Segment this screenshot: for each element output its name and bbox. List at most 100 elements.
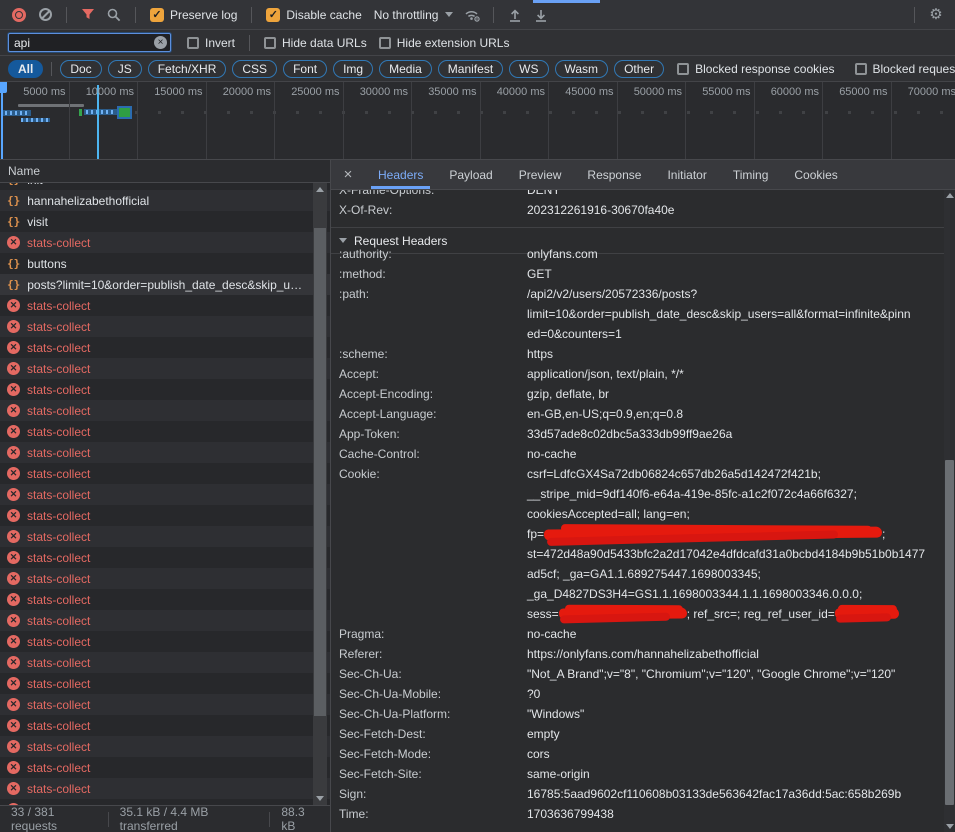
header-key: Sec-Fetch-Mode: — [331, 744, 527, 764]
close-details-button[interactable]: × — [331, 160, 365, 189]
request-row[interactable]: ✕stats-collect — [0, 358, 330, 379]
filter-input[interactable] — [8, 33, 171, 52]
scroll-up-arrow[interactable] — [316, 187, 324, 192]
filter-pill-css[interactable]: CSS — [232, 60, 277, 78]
export-har-button[interactable] — [528, 3, 554, 27]
network-conditions-button[interactable] — [459, 3, 485, 27]
filter-pill-doc[interactable]: Doc — [60, 60, 101, 78]
request-row[interactable]: {}posts?limit=10&order=publish_date_desc… — [0, 274, 330, 295]
clear-filter-icon[interactable]: × — [154, 36, 167, 49]
request-row[interactable]: ✕stats-collect — [0, 295, 330, 316]
request-failed-icon: ✕ — [7, 362, 20, 375]
record-button[interactable] — [6, 3, 32, 27]
divider — [249, 35, 250, 51]
filter-toggle-button[interactable] — [75, 3, 101, 27]
header-value: no-cache — [527, 444, 944, 464]
request-row[interactable]: {}buttons — [0, 253, 330, 274]
header-key: Referer: — [331, 644, 527, 664]
filter-pill-media[interactable]: Media — [379, 60, 432, 78]
waterfall-bar-segments — [21, 118, 50, 122]
request-row[interactable]: ✕stats-collect — [0, 736, 330, 757]
request-row[interactable]: ✕stats-collect — [0, 463, 330, 484]
header-value: same-origin — [527, 764, 944, 784]
request-row[interactable]: ✕stats-collect — [0, 778, 330, 799]
tab-cookies[interactable]: Cookies — [781, 160, 850, 189]
search-button[interactable] — [101, 3, 127, 27]
request-list-pane: Name {}init{}hannahelizabethofficial{}vi… — [0, 160, 331, 832]
request-row[interactable]: ✕stats-collect — [0, 673, 330, 694]
request-row[interactable]: ✕stats-collect — [0, 400, 330, 421]
request-details-pane: × HeadersPayloadPreviewResponseInitiator… — [331, 160, 955, 832]
request-row[interactable]: ✕stats-collect — [0, 526, 330, 547]
preserve-log-checkbox[interactable]: ✓ Preserve log — [150, 8, 237, 22]
scroll-up-arrow[interactable] — [946, 193, 954, 198]
tab-headers[interactable]: Headers — [365, 160, 436, 189]
clear-button[interactable] — [32, 3, 58, 27]
request-row[interactable]: ✕stats-collect — [0, 232, 330, 253]
header-row: Cache-Control:no-cache — [331, 444, 944, 464]
request-list-scrollbar[interactable] — [313, 183, 327, 805]
request-name: stats-collect — [27, 614, 114, 628]
hide-data-urls-checkbox[interactable]: Hide data URLs — [264, 36, 367, 50]
hide-extension-urls-checkbox[interactable]: Hide extension URLs — [379, 36, 510, 50]
filter-pill-fetch-xhr[interactable]: Fetch/XHR — [148, 60, 227, 78]
request-row[interactable]: ✕stats-collect — [0, 505, 330, 526]
filter-pill-wasm[interactable]: Wasm — [555, 60, 609, 78]
filter-pill-manifest[interactable]: Manifest — [438, 60, 503, 78]
request-row[interactable]: ✕stats-collect — [0, 631, 330, 652]
details-scrollbar[interactable] — [944, 190, 955, 832]
request-failed-icon: ✕ — [7, 446, 20, 459]
request-row[interactable]: {}hannahelizabethofficial — [0, 190, 330, 211]
request-row[interactable]: ✕stats-collect — [0, 652, 330, 673]
name-column-header[interactable]: Name — [0, 160, 330, 183]
request-row[interactable]: ✕stats-collect — [0, 316, 330, 337]
throttling-dropdown[interactable]: No throttling — [374, 8, 454, 22]
request-name: stats-collect — [27, 530, 114, 544]
request-row[interactable]: ✕stats-collect — [0, 337, 330, 358]
request-failed-icon: ✕ — [7, 425, 20, 438]
xhr-request-icon: {} — [7, 194, 20, 207]
request-row[interactable]: ✕stats-collect — [0, 484, 330, 505]
scrollbar-thumb[interactable] — [314, 228, 326, 716]
disable-cache-checkbox[interactable]: ✓ Disable cache — [266, 8, 361, 22]
request-row[interactable]: ✕stats-collect — [0, 610, 330, 631]
filter-pill-font[interactable]: Font — [283, 60, 327, 78]
filter-pill-other[interactable]: Other — [614, 60, 664, 78]
request-row[interactable]: {}visit — [0, 211, 330, 232]
scroll-down-arrow[interactable] — [946, 824, 954, 829]
request-row[interactable]: ✕stats-collect — [0, 379, 330, 400]
request-row[interactable]: ✕stats-collect — [0, 442, 330, 463]
header-key: :authority: — [331, 244, 527, 264]
filter-pill-ws[interactable]: WS — [509, 60, 548, 78]
request-row[interactable]: ✕stats-collect — [0, 715, 330, 736]
tab-payload[interactable]: Payload — [436, 160, 505, 189]
request-row[interactable]: ✕stats-collect — [0, 421, 330, 442]
settings-button[interactable]: ⚙ — [923, 3, 949, 27]
request-row[interactable]: ✕stats-collect — [0, 568, 330, 589]
request-row[interactable]: ✕stats-collect — [0, 694, 330, 715]
scrollbar-thumb[interactable] — [945, 460, 954, 805]
timeline-tick-label: 70000 ms — [876, 86, 955, 98]
import-har-button[interactable] — [502, 3, 528, 27]
tab-response[interactable]: Response — [574, 160, 654, 189]
header-row: Sec-Fetch-Mode:cors — [331, 744, 944, 764]
filter-pill-all[interactable]: All — [8, 60, 43, 78]
response-headers-partial: X-Frame-Options:DENYX-Of-Rev:20231226191… — [331, 190, 944, 220]
scroll-down-arrow[interactable] — [316, 796, 324, 801]
request-row[interactable]: ✕stats-collect — [0, 547, 330, 568]
header-key: Sign: — [331, 784, 527, 804]
blocked-response-cookies-checkbox[interactable]: Blocked response cookies — [677, 62, 834, 76]
invert-checkbox[interactable]: Invert — [187, 36, 235, 50]
tab-timing[interactable]: Timing — [720, 160, 782, 189]
filter-pill-js[interactable]: JS — [108, 60, 142, 78]
network-overview-timeline[interactable]: 5000 ms10000 ms15000 ms20000 ms25000 ms3… — [0, 82, 955, 160]
header-row: Cookie:csrf=LdfcGX4Sa72db06824c657db26a5… — [331, 464, 944, 624]
filter-pill-img[interactable]: Img — [333, 60, 373, 78]
tab-initiator[interactable]: Initiator — [654, 160, 719, 189]
blocked-requests-checkbox[interactable]: Blocked requests — [855, 62, 955, 76]
tab-preview[interactable]: Preview — [506, 160, 575, 189]
request-row[interactable]: ✕stats-collect — [0, 757, 330, 778]
request-row[interactable]: {}init — [0, 183, 330, 190]
header-value: 202312261916-30670fa40e — [527, 200, 944, 220]
request-row[interactable]: ✕stats-collect — [0, 589, 330, 610]
